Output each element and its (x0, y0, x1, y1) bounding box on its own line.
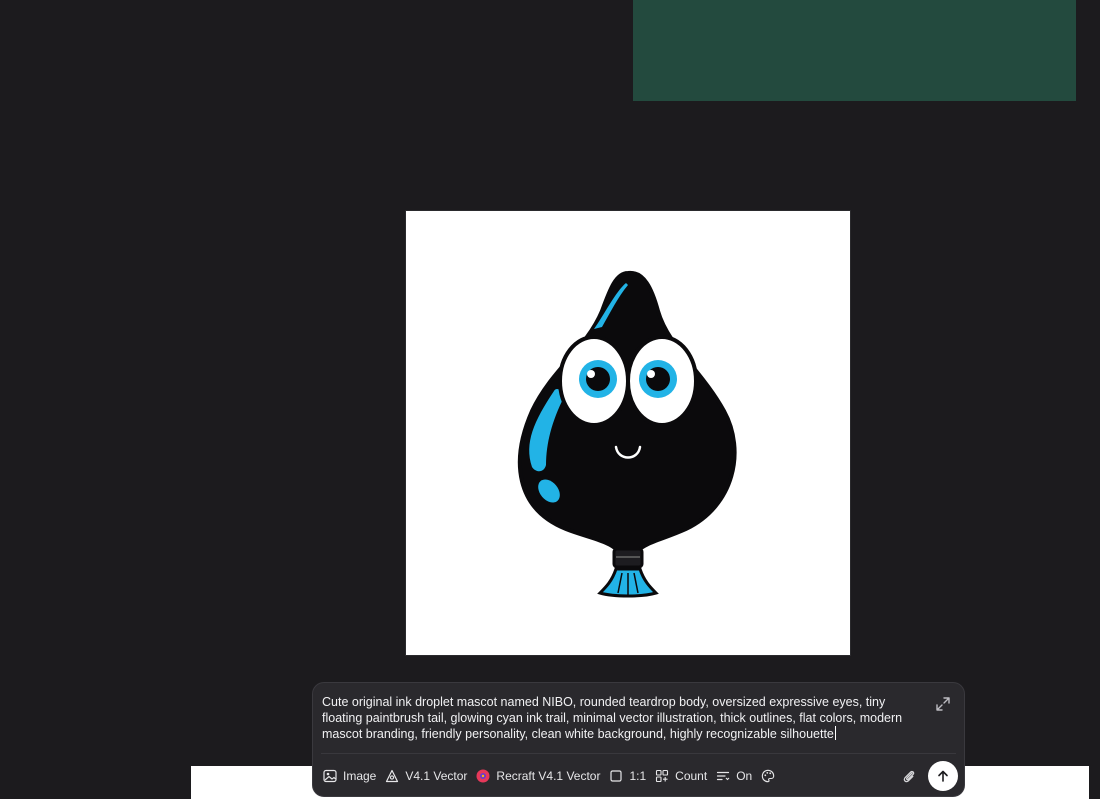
list-icon (716, 769, 730, 783)
attach-button[interactable] (901, 768, 917, 784)
expand-button[interactable] (934, 695, 952, 713)
count-label: Count (675, 769, 708, 783)
send-button[interactable] (928, 761, 958, 791)
prompt-text: Cute original ink droplet mascot named N… (322, 695, 903, 742)
canvas-frame-green[interactable] (633, 0, 1076, 101)
grid-icon (655, 769, 669, 783)
square-icon (609, 769, 623, 783)
ink-droplet-mascot-image (517, 270, 737, 598)
palette-button[interactable] (759, 763, 788, 789)
style-button[interactable]: V4.1 Vector (383, 763, 474, 789)
toggle-button[interactable]: On (714, 763, 759, 789)
canvas[interactable]: Cute original ink droplet mascot named N… (0, 0, 1100, 799)
aspect-ratio-button[interactable]: 1:1 (607, 763, 653, 789)
model-logo-icon (476, 769, 490, 783)
prompt-toolbar: Image V4.1 Vector Recraft V4.1 Vector 1:… (321, 763, 788, 789)
style-icon (385, 769, 399, 783)
generated-image-frame[interactable] (405, 210, 851, 656)
style-label: V4.1 Vector (405, 769, 468, 783)
image-type-button[interactable]: Image (321, 763, 383, 789)
toggle-label: On (736, 769, 753, 783)
model-label: Recraft V4.1 Vector (496, 769, 601, 783)
expand-icon (936, 697, 950, 711)
count-button[interactable]: Count (653, 763, 714, 789)
aspect-ratio-label: 1:1 (629, 769, 647, 783)
palette-icon (761, 769, 775, 783)
image-icon (323, 769, 337, 783)
prompt-input[interactable]: Cute original ink droplet mascot named N… (322, 694, 922, 743)
paperclip-icon (903, 770, 915, 783)
text-caret (834, 726, 836, 741)
image-type-label: Image (343, 769, 377, 783)
prompt-panel[interactable]: Cute original ink droplet mascot named N… (312, 682, 965, 797)
model-button[interactable]: Recraft V4.1 Vector (474, 763, 607, 789)
prompt-divider (321, 753, 956, 754)
arrow-up-icon (938, 770, 948, 782)
